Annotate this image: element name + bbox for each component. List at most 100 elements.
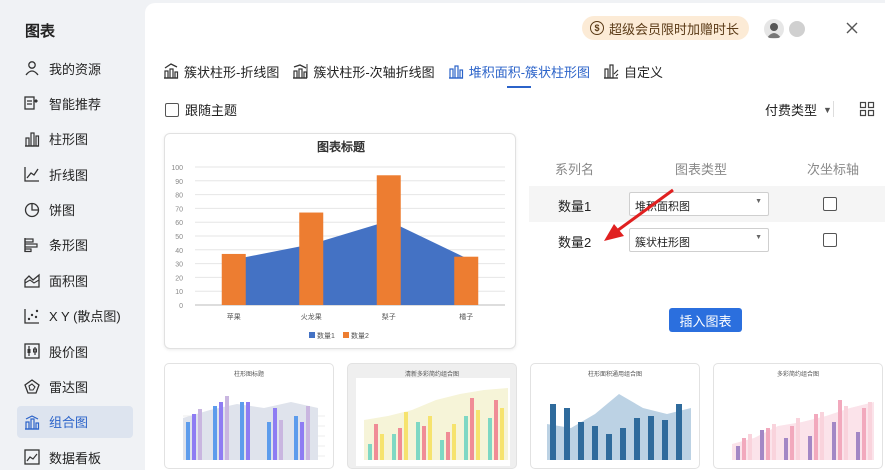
vip-promo-button[interactable]: $ 超级会员限时加赠时长 bbox=[582, 16, 750, 40]
series-name-header: 系列名 bbox=[555, 162, 595, 177]
sidebar-item[interactable]: 我的资源 bbox=[17, 52, 133, 84]
y-tick-label: 10 bbox=[175, 289, 183, 296]
chart-title: 图表标题 bbox=[317, 139, 366, 154]
combo-chart-icon bbox=[23, 413, 41, 431]
sidebar-item-label: 折线图 bbox=[49, 167, 89, 183]
y-tick-label: 70 bbox=[175, 206, 183, 213]
legend-swatch bbox=[343, 332, 349, 338]
legend-label: 数量1 bbox=[317, 331, 335, 340]
member-badge-icon[interactable] bbox=[789, 21, 805, 37]
chart-tab[interactable]: 簇状柱形-折线图 bbox=[162, 58, 279, 84]
y-tick-label: 60 bbox=[175, 220, 183, 227]
radar-chart-icon bbox=[23, 378, 41, 396]
dashboard-icon bbox=[23, 448, 41, 466]
coin-icon: $ bbox=[590, 21, 604, 35]
area-chart-icon bbox=[23, 271, 41, 289]
bar-chart-icon bbox=[23, 236, 41, 254]
sidebar-item-label: 我的资源 bbox=[49, 61, 102, 77]
y-tick-label: 100 bbox=[171, 165, 183, 172]
series-name: 数量1 bbox=[558, 199, 592, 214]
thumbnail-chart-2 bbox=[356, 378, 510, 466]
bar bbox=[376, 175, 401, 305]
sidebar-item[interactable]: 组合图 bbox=[17, 405, 133, 438]
divider bbox=[833, 101, 834, 117]
user-icon bbox=[23, 59, 41, 77]
top-actions: $ 超级会员限时加赠时长 bbox=[575, 3, 885, 51]
sidebar-item[interactable]: 雷达图 bbox=[17, 371, 133, 403]
series-row: 数量2 簇状柱形图 ▼ bbox=[529, 222, 885, 258]
series-name: 数量2 bbox=[558, 235, 592, 250]
annotation-arrow-icon bbox=[604, 188, 674, 241]
column-secondary-line-icon bbox=[293, 64, 308, 79]
column-chart-icon bbox=[23, 130, 41, 148]
sidebar-item[interactable]: 面积图 bbox=[17, 264, 133, 296]
insert-chart-button[interactable]: 插入图表 bbox=[669, 308, 742, 332]
main-panel: $ 超级会员限时加赠时长 簇状柱形-折线图 簇状柱形-次轴折线图 堆积面积-簇状柱形… bbox=[145, 3, 885, 470]
y-tick-label: 50 bbox=[175, 234, 183, 241]
sidebar-item-label: 股价图 bbox=[49, 344, 89, 360]
chart-tab[interactable]: 簇状柱形-次轴折线图 bbox=[291, 58, 435, 84]
line-chart-icon bbox=[23, 165, 41, 183]
sidebar-item-label: 数据看板 bbox=[49, 450, 102, 466]
thumbnail-chart-4 bbox=[732, 400, 874, 460]
pie-chart-icon bbox=[23, 201, 41, 219]
bar bbox=[454, 256, 479, 305]
sidebar-item[interactable]: 柱形图 bbox=[17, 123, 133, 155]
legend-label: 数量2 bbox=[351, 331, 369, 340]
sidebar-item-label: 条形图 bbox=[49, 238, 89, 254]
template-thumbnail[interactable]: 柱形图标题 bbox=[164, 363, 334, 469]
sidebar-item-label: 智能推荐 bbox=[49, 96, 102, 112]
sidebar-item[interactable]: 条形图 bbox=[17, 229, 133, 261]
x-tick-label: 梨子 bbox=[382, 312, 396, 321]
caret-down-icon: ▼ bbox=[823, 104, 832, 115]
sidebar-item-label: 饼图 bbox=[49, 203, 76, 219]
avatar[interactable] bbox=[764, 19, 784, 39]
template-thumbnail[interactable]: 柱形面积通用组合图 bbox=[530, 363, 700, 469]
sidebar-list: 我的资源智能推荐柱形图折线图饼图条形图面积图 X Y (散点图) 股价图雷达图组合图… bbox=[17, 52, 133, 470]
tab-label: 簇状柱形-次轴折线图 bbox=[313, 64, 435, 80]
smart-recommend-icon bbox=[23, 94, 41, 112]
tab-label: 自定义 bbox=[624, 64, 664, 80]
chart-tab[interactable]: 堆积面积-簇状柱形图 bbox=[447, 58, 591, 88]
sidebar-item[interactable]: 折线图 bbox=[17, 158, 133, 190]
tab-label: 堆积面积-簇状柱形图 bbox=[468, 64, 591, 80]
template-thumbnail[interactable]: 多彩简约组合图 bbox=[713, 363, 883, 469]
chart-tab[interactable]: 自定义 bbox=[602, 58, 663, 84]
legend-swatch bbox=[309, 332, 315, 338]
paid-type-label: 付费类型 bbox=[765, 103, 818, 118]
follow-theme-label: 跟随主题 bbox=[185, 103, 238, 118]
secondary-axis-checkbox[interactable] bbox=[823, 197, 837, 211]
custom-chart-icon bbox=[604, 64, 619, 79]
sidebar: 图表 我的资源智能推荐柱形图折线图饼图条形图面积图 X Y (散点图) 股价图雷达图… bbox=[0, 0, 145, 470]
x-tick-label: 火龙果 bbox=[301, 312, 322, 321]
sidebar-item[interactable]: 股价图 bbox=[17, 335, 133, 367]
chart-type-header: 图表类型 bbox=[675, 162, 728, 177]
column-line-combo-icon bbox=[164, 63, 179, 79]
stacked-area-column-icon bbox=[448, 65, 463, 79]
thumbnail-chart-3 bbox=[547, 394, 691, 460]
y-tick-label: 20 bbox=[175, 275, 183, 282]
stock-chart-icon bbox=[23, 342, 41, 360]
thumbnail-chart-1 bbox=[183, 396, 325, 460]
follow-theme-checkbox[interactable]: 跟随主题 bbox=[165, 100, 237, 119]
sidebar-item-label: 组合图 bbox=[49, 415, 89, 431]
chart-preview[interactable]: 图表标题 0 10 20 30 40 50 60 70 80 90 100 苹果 火龙果 梨子 橘子 数量1 数量… bbox=[164, 133, 516, 349]
secondary-axis-header: 次坐标轴 bbox=[807, 162, 860, 177]
sidebar-title: 图表 bbox=[25, 23, 56, 40]
vip-promo-label: 超级会员限时加赠时长 bbox=[609, 21, 740, 37]
y-tick-label: 90 bbox=[175, 179, 183, 186]
checkbox-box[interactable] bbox=[165, 102, 179, 117]
sidebar-item[interactable]: X Y (散点图) bbox=[17, 300, 133, 332]
sidebar-item[interactable]: 智能推荐 bbox=[17, 87, 133, 119]
y-tick-label: 30 bbox=[175, 262, 183, 269]
sidebar-item-label: 面积图 bbox=[49, 273, 89, 289]
close-icon[interactable] bbox=[843, 19, 861, 37]
x-tick-label: 苹果 bbox=[227, 312, 241, 321]
secondary-axis-checkbox[interactable] bbox=[823, 233, 837, 247]
paid-type-dropdown[interactable]: 付费类型 ▼ bbox=[765, 100, 832, 119]
sidebar-item[interactable]: 饼图 bbox=[17, 194, 133, 226]
grid-view-icon[interactable] bbox=[859, 101, 875, 117]
sidebar-item[interactable]: 数据看板 bbox=[17, 441, 133, 470]
template-thumbnail[interactable]: 清新多彩简约组合图 bbox=[347, 363, 517, 469]
area-series-1 bbox=[233, 220, 467, 305]
